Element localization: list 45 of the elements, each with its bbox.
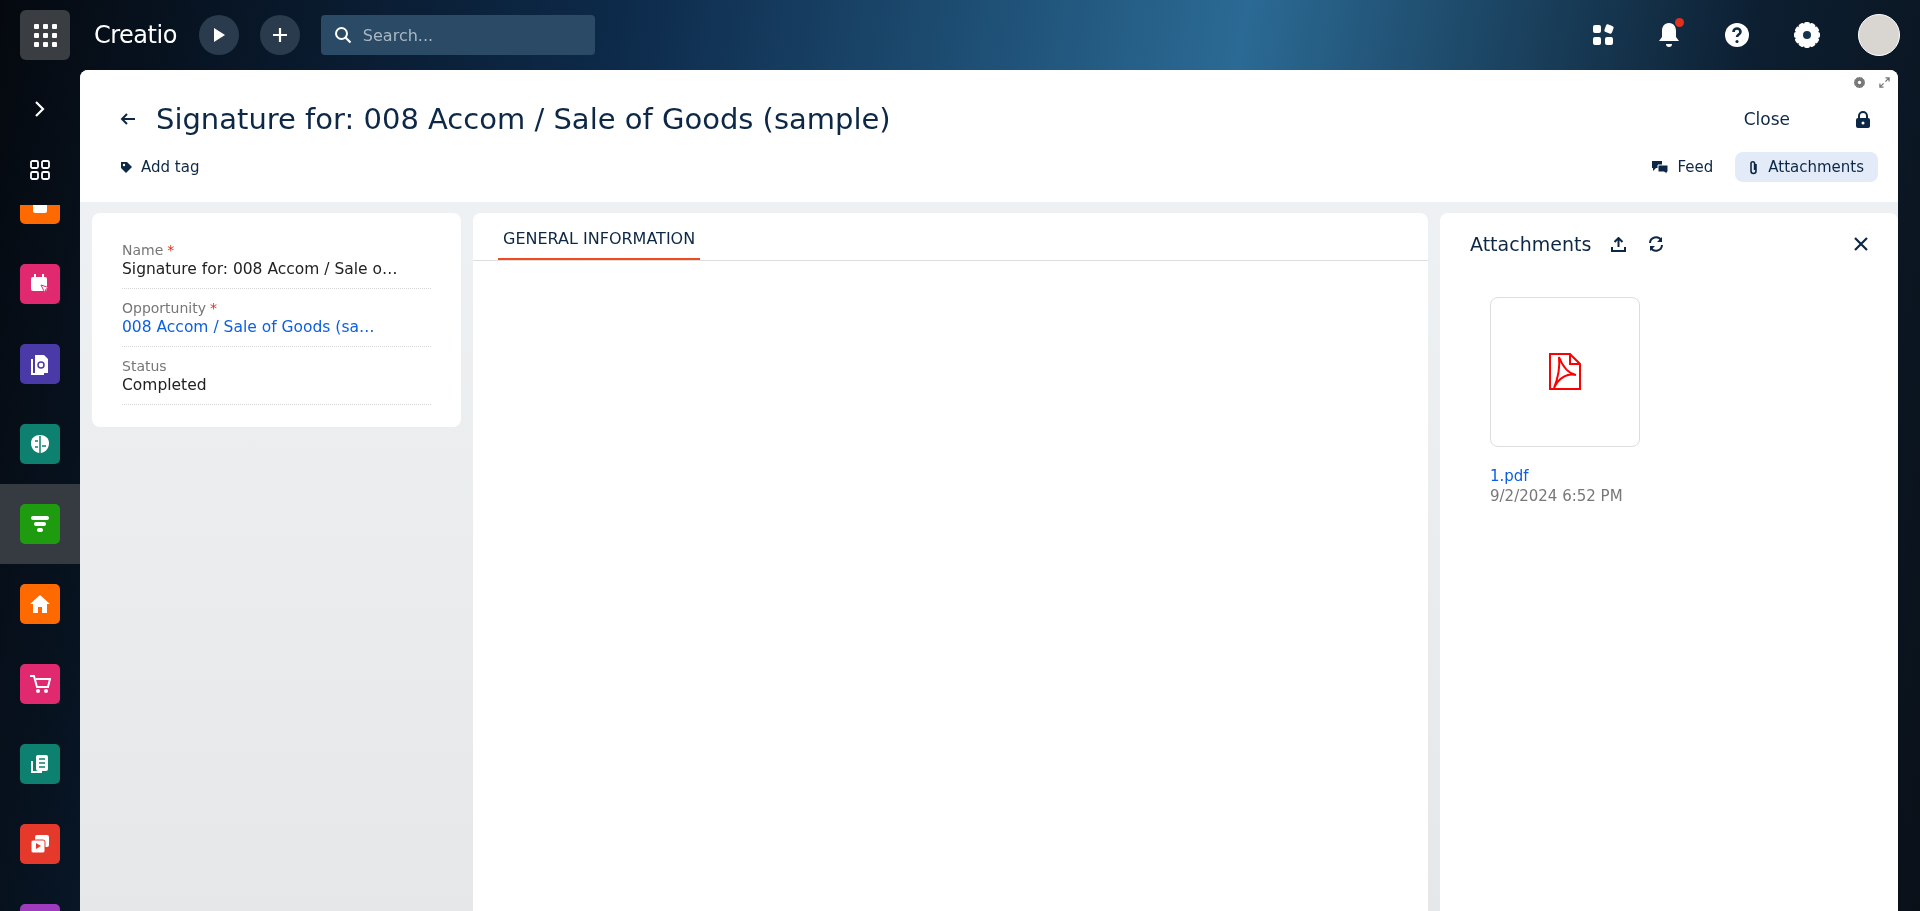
sidebar-item[interactable] [0,484,80,564]
add-tag-button[interactable]: Add tag [120,158,200,176]
refresh-icon[interactable] [1648,236,1665,252]
field-label: Status [122,358,167,374]
logo[interactable]: Creatio [94,21,177,49]
upload-icon[interactable] [1611,236,1627,252]
bell-icon[interactable] [1658,22,1680,48]
tab[interactable]: GENERAL INFORMATION [498,213,701,260]
field-label: Name [122,242,164,258]
tag-icon [120,160,133,174]
run-button[interactable] [198,15,239,55]
lock-icon[interactable] [1856,110,1870,128]
avatar[interactable] [1858,14,1900,56]
field-value[interactable]: Signature for: 008 Accom / Sale o… [122,260,431,278]
file-link[interactable]: 1.pdf [1490,467,1640,485]
paperclip-icon [1749,159,1760,175]
field-value[interactable]: Completed [122,376,431,394]
search-field[interactable]: Search... [320,15,595,55]
help-icon[interactable] [1724,22,1750,48]
app-menu-button[interactable] [20,10,70,60]
settings-icon[interactable] [1794,22,1820,48]
expand-icon[interactable] [1879,77,1890,88]
widgets-icon[interactable] [1592,24,1614,46]
field-label: Opportunity [122,300,206,316]
required-mark: * [210,300,217,316]
expand-chevron-icon[interactable] [34,100,46,118]
file-thumbnail[interactable] [1490,297,1640,447]
play-icon [211,27,226,43]
chat-bubbles-icon [1652,160,1669,174]
close-button[interactable]: Close [1737,108,1796,130]
required-mark: * [167,242,175,258]
grid-icon [33,23,57,47]
back-arrow-icon[interactable] [120,112,136,126]
panel-toggle-button[interactable]: Feed [1638,152,1728,182]
close-icon[interactable] [1854,237,1868,251]
plus-icon [271,27,288,43]
search-icon [333,26,352,44]
add-button[interactable] [259,15,300,55]
file-date: 9/2/2024 6:52 PM [1490,487,1624,505]
pdf-file-icon [1546,353,1584,391]
dashboard-icon[interactable] [30,160,50,180]
panel-toggle-button[interactable]: Attachments [1735,152,1878,182]
attachments-title: Attachments [1470,233,1592,255]
field-link[interactable]: 008 Accom / Sale of Goods (sa… [122,318,431,336]
page-title: Signature for: 008 Accom / Sale of Goods (sample) [156,102,891,136]
